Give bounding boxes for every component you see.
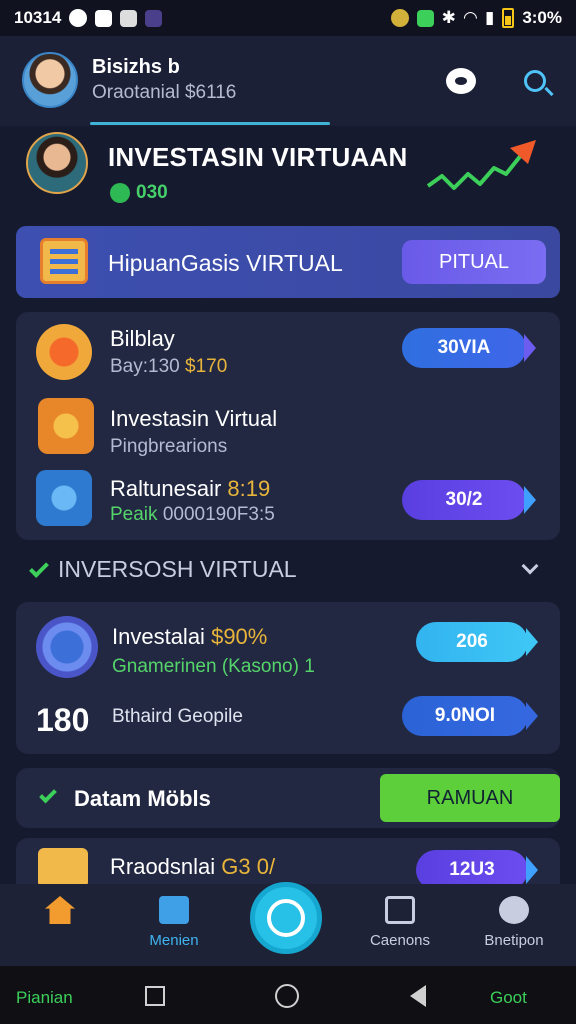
row3-title: Raltunesair 8:19 bbox=[110, 476, 270, 502]
nav-cards[interactable]: Caenons bbox=[350, 896, 450, 949]
data-mobile-card: Datam Möbls RAMUAN bbox=[16, 768, 560, 828]
header-underline bbox=[90, 122, 330, 125]
card2-row2-badge: 180 bbox=[36, 702, 90, 738]
card2-row1-sub: Gnamerinen (Kasono) 1 bbox=[112, 656, 315, 677]
nav-profile-label: Bnetipon bbox=[484, 932, 544, 949]
coin-value: 030 bbox=[136, 182, 168, 203]
banner-button[interactable]: PITUAL bbox=[402, 240, 546, 284]
section-title: INVERSOSH VIRTUAL bbox=[58, 556, 297, 582]
card-icon bbox=[385, 896, 415, 924]
row1-sub-prefix: Bay:130 bbox=[110, 356, 180, 377]
profile-avatar[interactable] bbox=[26, 132, 88, 194]
page-title: INVESTASIN VIRTUAAN bbox=[108, 142, 408, 172]
card2-row2-pill-button[interactable]: 9.0NOI bbox=[402, 696, 538, 736]
status-clock: 3:0% bbox=[522, 8, 562, 27]
card4-title: Rraodsnlai G3 0/ bbox=[110, 854, 275, 880]
app-icon bbox=[145, 9, 163, 27]
promo-banner[interactable]: HipuanGasis VIRTUAL PITUAL bbox=[16, 226, 560, 298]
card2-row1-pill-button[interactable]: 206 bbox=[416, 622, 538, 662]
recents-icon[interactable] bbox=[145, 986, 165, 1006]
row1-pill-button[interactable]: 30VIA bbox=[402, 328, 536, 368]
search-icon bbox=[524, 70, 546, 92]
row1-sub-value: $170 bbox=[185, 356, 228, 377]
chevron-down-icon[interactable] bbox=[521, 557, 539, 575]
row3-sub-value: 0000190F3:5 bbox=[162, 504, 275, 525]
bluetooth-icon: ✱ bbox=[441, 8, 456, 27]
folder-icon bbox=[38, 848, 88, 888]
bottom-nav: Menien Caenons Bnetipon bbox=[0, 882, 576, 966]
row3-pill-button[interactable]: 30/2 bbox=[402, 480, 536, 520]
row3-title-value: 8:19 bbox=[227, 476, 271, 501]
card2-row1-title-text: Investalai bbox=[112, 624, 205, 649]
mail-icon bbox=[120, 9, 138, 27]
virtual-card: Investalai $90% Gnamerinen (Kasono) 1 20… bbox=[16, 602, 560, 754]
card4-title-text: Rraodsnlai bbox=[110, 854, 216, 879]
system-left-label: Pianian bbox=[16, 988, 73, 1007]
system-nav-bar: Pianian Goot bbox=[0, 966, 576, 1024]
card2-row2-title: Bthaird Geopile bbox=[112, 706, 243, 727]
row3-sub: Peaik 0000190F3:5 bbox=[110, 504, 275, 526]
banner-label: HipuanGasis VIRTUAL bbox=[108, 250, 343, 276]
status-time: 10314 bbox=[14, 8, 62, 27]
settings-icon bbox=[36, 470, 92, 526]
nav-cards-label: Caenons bbox=[369, 932, 431, 949]
home-button-icon[interactable] bbox=[275, 984, 299, 1008]
chat-button[interactable] bbox=[444, 64, 478, 98]
status-left: 10314 bbox=[14, 8, 163, 28]
status-right: ✱ ◠ ▮ 3:0% bbox=[390, 8, 562, 28]
badge-icon bbox=[38, 398, 94, 454]
row1-sub: Bay:130 $170 bbox=[110, 356, 227, 378]
profile-icon bbox=[499, 896, 529, 924]
partial-card: Rraodsnlai G3 0/ 12U3 bbox=[16, 838, 560, 890]
user-balance: Oraotanial $6116 bbox=[92, 82, 237, 103]
wifi-icon: ◠ bbox=[463, 8, 477, 27]
app-badge-icon bbox=[416, 9, 434, 27]
card2-row1-title: Investalai $90% bbox=[112, 624, 267, 650]
gear-icon bbox=[36, 324, 92, 380]
search-button[interactable] bbox=[518, 64, 552, 98]
menu-icon bbox=[159, 896, 189, 924]
card3-label: Datam Möbls bbox=[74, 786, 211, 811]
compass-icon bbox=[36, 616, 98, 678]
card4-title-value: G3 0/ bbox=[221, 854, 276, 879]
status-bar: 10314 ✱ ◠ ▮ 3:0% bbox=[0, 0, 576, 36]
check-icon bbox=[29, 557, 49, 578]
row2-sub: Pingbrearions bbox=[110, 436, 228, 457]
location-icon bbox=[390, 9, 409, 27]
app-header: Bisizhs b Oraotanial $6116 bbox=[0, 36, 576, 126]
card3-action-button[interactable]: RAMUAN bbox=[380, 774, 560, 822]
nav-menu-label: Menien bbox=[149, 932, 199, 949]
chat-icon bbox=[446, 68, 476, 94]
check-icon bbox=[39, 785, 57, 804]
trend-up-icon bbox=[426, 140, 536, 190]
investment-list-card: Bilblay Bay:130 $170 30VIA Investasin Vi… bbox=[16, 312, 560, 540]
row3-title-text: Raltunesair bbox=[110, 476, 222, 501]
action-icon bbox=[267, 899, 305, 937]
nav-home[interactable] bbox=[10, 896, 110, 932]
nav-menu[interactable]: Menien bbox=[124, 896, 224, 949]
center-action-button[interactable] bbox=[250, 882, 322, 954]
coin-balance: 030 bbox=[110, 182, 168, 204]
system-right-label: Goot bbox=[490, 988, 527, 1007]
row2-title: Investasin Virtual bbox=[110, 406, 278, 431]
row3-sub-prefix: Peaik bbox=[110, 504, 158, 525]
back-icon[interactable] bbox=[410, 985, 426, 1007]
avatar[interactable] bbox=[22, 52, 78, 108]
lock-icon bbox=[95, 9, 113, 27]
user-name: Bisizhs b bbox=[92, 56, 180, 78]
notification-icon bbox=[69, 9, 88, 27]
nav-profile[interactable]: Bnetipon bbox=[464, 896, 564, 949]
dashboard-icon bbox=[40, 238, 88, 284]
row1-title: Bilblay bbox=[110, 326, 175, 351]
battery-icon bbox=[502, 8, 515, 28]
signal-icon: ▮ bbox=[484, 8, 495, 27]
section-header[interactable]: INVERSOSH VIRTUAL bbox=[29, 556, 297, 583]
home-icon bbox=[45, 896, 75, 924]
coin-icon bbox=[110, 183, 130, 203]
card2-row1-title-value: $90% bbox=[211, 624, 268, 649]
